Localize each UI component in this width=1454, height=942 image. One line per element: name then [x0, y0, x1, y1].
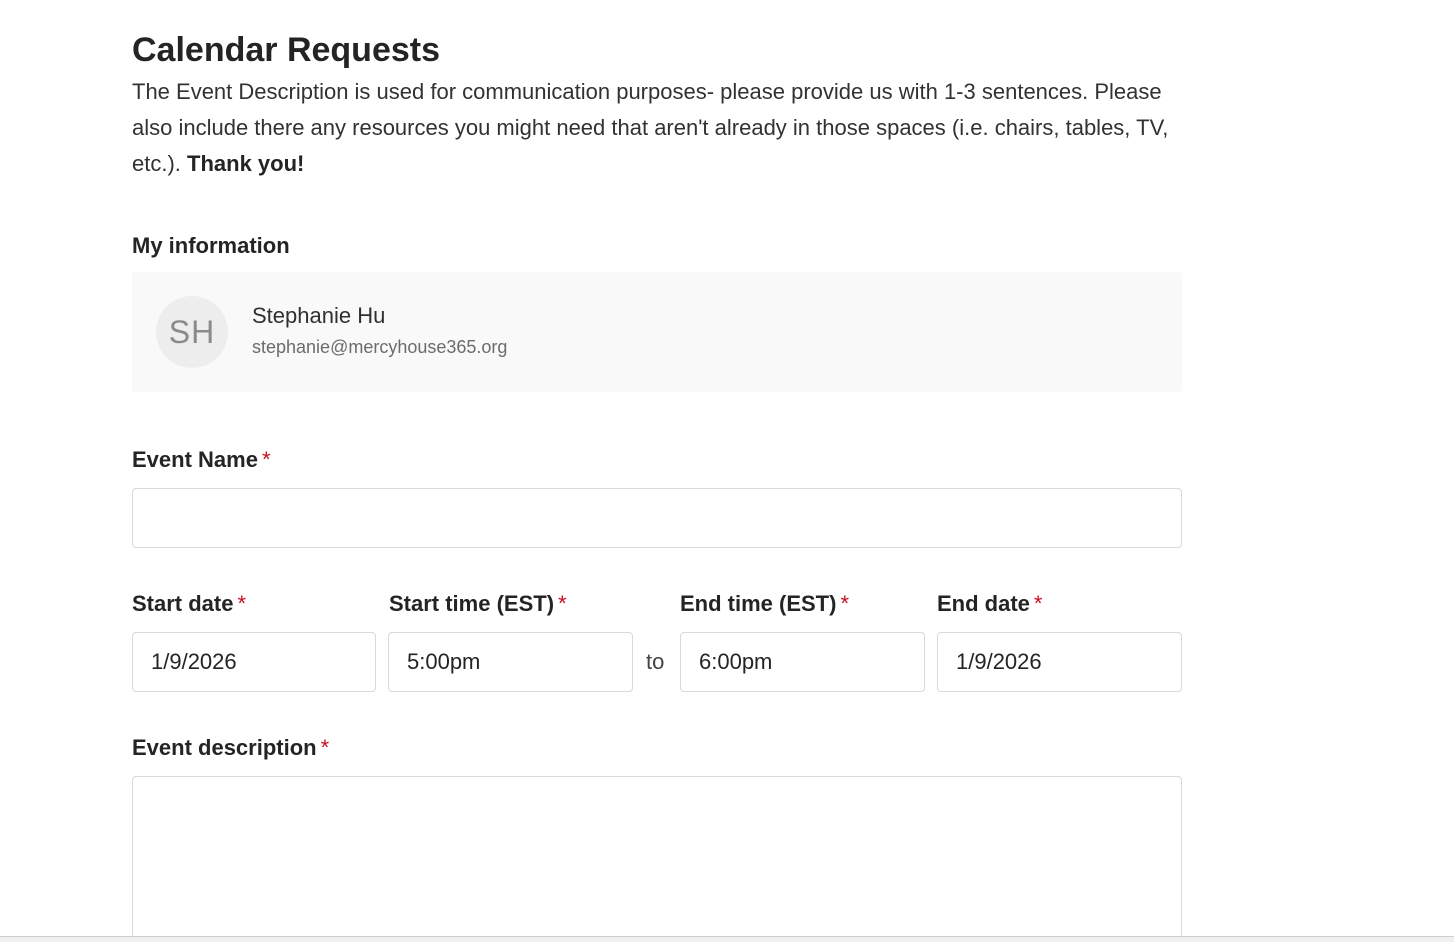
event-name-label: Event Name * [132, 446, 271, 474]
end-date-label: End date * [937, 590, 1042, 618]
calendar-request-form-page: Calendar Requests The Event Description … [0, 0, 1454, 942]
required-mark: * [840, 591, 850, 616]
window-bottom-edge [0, 936, 1454, 942]
event-description-textarea[interactable] [132, 776, 1182, 942]
start-date-label-text: Start date [132, 591, 234, 616]
end-date-field[interactable]: 1/9/2026 [937, 632, 1182, 692]
event-description-label: Event description * [132, 734, 329, 762]
event-name-label-text: Event Name [132, 447, 258, 472]
user-email: stephanie@mercyhouse365.org [252, 337, 508, 357]
user-info-card: SH Stephanie Hu stephanie@mercyhouse365.… [132, 272, 1182, 392]
start-time-field[interactable]: 5:00pm [388, 632, 633, 692]
required-mark: * [320, 735, 330, 760]
avatar: SH [156, 296, 228, 368]
start-time-label-text: Start time (EST) [389, 591, 555, 616]
event-description-label-text: Event description [132, 735, 317, 760]
event-name-input[interactable] [132, 488, 1182, 548]
form-description: The Event Description is used for commun… [132, 74, 1182, 182]
start-date-label: Start date * [132, 590, 246, 618]
page-title: Calendar Requests [132, 31, 440, 69]
start-time-label: Start time (EST) * [389, 590, 567, 618]
end-time-label: End time (EST) * [680, 590, 849, 618]
form-description-thanks: Thank you! [187, 151, 305, 176]
end-time-label-text: End time (EST) [680, 591, 837, 616]
required-mark: * [1033, 591, 1043, 616]
required-mark: * [237, 591, 247, 616]
user-name: Stephanie Hu [252, 303, 386, 328]
time-range-separator: to [646, 649, 665, 674]
required-mark: * [558, 591, 567, 616]
form-header: Calendar Requests The Event Description … [132, 28, 1182, 182]
end-date-label-text: End date [937, 591, 1030, 616]
required-mark: * [261, 447, 271, 472]
my-information-label: My information [132, 233, 290, 258]
start-date-field[interactable]: 1/9/2026 [132, 632, 376, 692]
end-time-field[interactable]: 6:00pm [680, 632, 925, 692]
